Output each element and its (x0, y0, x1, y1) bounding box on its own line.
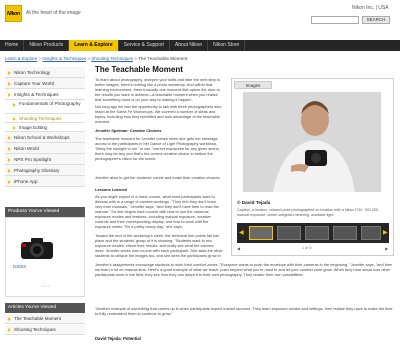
gallery-count: 1 of 5 (302, 246, 312, 250)
breadcrumb-learn[interactable]: Learn & Explore (5, 56, 37, 61)
gallery-next-button[interactable]: ▶ (385, 246, 388, 251)
nikon-logo[interactable]: Nikon (5, 5, 22, 22)
header: Nikon At the heart of the image Nikon In… (0, 0, 400, 40)
breadcrumb: Learn & Explore > Insights & Techniques … (5, 56, 188, 61)
nav-about-nikon[interactable]: About Nikon (170, 40, 209, 51)
gallery-tab-images[interactable]: Images (234, 81, 272, 89)
photo-caption: Caption, a modern, relaxed pose photogra… (237, 208, 380, 217)
product-name[interactable]: D300S (13, 264, 26, 269)
thumbnail[interactable] (333, 226, 357, 240)
sidebar-item-glossary[interactable]: Photography Glossary (5, 165, 85, 176)
articles-viewed-heading: Articles You've Viewed (5, 303, 85, 313)
article-subhead: Jennifer Spelman: Creative Choices (95, 128, 162, 133)
page-title: The Teachable Moment (95, 65, 183, 74)
article-paragraph: As you might expect in a basic course, w… (95, 194, 219, 229)
tagline: At the heart of the image (26, 10, 81, 16)
article-paragraph: Not long ago we had the opportunity to t… (95, 104, 222, 124)
nav-learn-explore[interactable]: Learn & Explore (69, 40, 119, 51)
breadcrumb-shooting[interactable]: Shooting Techniques (91, 56, 133, 61)
article-subhead: Lessons Learned (95, 187, 128, 192)
nav-service-support[interactable]: Service & Support (119, 40, 170, 51)
product-pager[interactable]: • • • • (6, 283, 84, 288)
article-subhead: David Tejada: Potential (95, 336, 141, 341)
thumbnail-strip: ◀ ▶ (237, 223, 389, 243)
thumbnail[interactable] (249, 226, 273, 240)
strip-left-arrow-icon[interactable]: ◀ (239, 229, 244, 236)
breadcrumb-current: The Teachable Moment (138, 56, 188, 61)
sidebar-item-capture-your-world[interactable]: Capture Your World (5, 78, 85, 89)
sidebar-item-iphone-app[interactable]: iPhone App (5, 176, 85, 187)
region-link[interactable]: Nikon Inc. | USA (352, 5, 389, 11)
article-paragraph: Jennifer's assignments encourage student… (95, 262, 393, 277)
thumbnail[interactable] (361, 226, 381, 240)
sidebar-item-nikon-world[interactable]: Nikon World (5, 143, 85, 154)
search-button[interactable]: SEARCH (362, 16, 390, 24)
article-paragraph: The teachable moment for Jennifer comes … (95, 136, 220, 161)
portrait-photo (243, 92, 381, 192)
article-paragraph: Toward the end of the workshop's week, t… (95, 233, 223, 259)
image-gallery: Images © David Tejada Caption, a modern,… (231, 78, 394, 256)
products-viewed-box: D300S • • • • (5, 217, 85, 297)
sidebar-subitem-image-editing[interactable]: Image Editing (5, 123, 85, 132)
products-viewed-heading: Products You've Viewed (5, 207, 85, 217)
strip-right-arrow-icon[interactable]: ▶ (383, 229, 388, 236)
nav-nikon-store[interactable]: Nikon Store (208, 40, 246, 51)
sidebar-item-nikon-technology[interactable]: Nikon Technology (5, 67, 85, 78)
gallery-prev-button[interactable]: ◀ (237, 246, 240, 251)
sidebar-subitem-fundamentals[interactable]: Fundamentals of Photography (5, 100, 85, 114)
sidebar-item-insights[interactable]: Insights & Techniques (5, 89, 85, 100)
sidebar-subitem-shooting-techniques[interactable]: Shooting Techniques (5, 114, 85, 123)
camera-icon[interactable] (19, 236, 55, 260)
article-intro: To learn about photography, sharpen your… (95, 77, 221, 102)
main-nav: Home Nikon Products Learn & Explore Serv… (0, 40, 400, 51)
thumbnail[interactable] (277, 226, 301, 240)
article-paragraph: "Another example of something that comes… (95, 306, 393, 316)
photo[interactable] (243, 92, 381, 192)
nav-home[interactable]: Home (0, 40, 25, 51)
nav-nikon-products[interactable]: Nikon Products (24, 40, 70, 51)
breadcrumb-insights[interactable]: Insights & Techniques (42, 56, 86, 61)
search-input[interactable] (311, 16, 359, 24)
thumbnail[interactable] (305, 226, 329, 240)
sidebar: Nikon Technology Capture Your World Insi… (5, 67, 85, 187)
article-viewed-item[interactable]: Shooting Techniques (5, 325, 85, 335)
article-viewed-item[interactable]: The Teachable Moment (5, 314, 85, 324)
sidebar-item-nps-pro[interactable]: NPS Pro Spotlight (5, 154, 85, 165)
article-paragraph: Jennifer aims to get her students' minds… (95, 175, 221, 180)
photo-credit: © David Tejada (237, 200, 271, 205)
nikon-logo-text: Nikon (7, 11, 20, 17)
sidebar-item-nikon-school[interactable]: Nikon School & Workshops (5, 132, 85, 143)
